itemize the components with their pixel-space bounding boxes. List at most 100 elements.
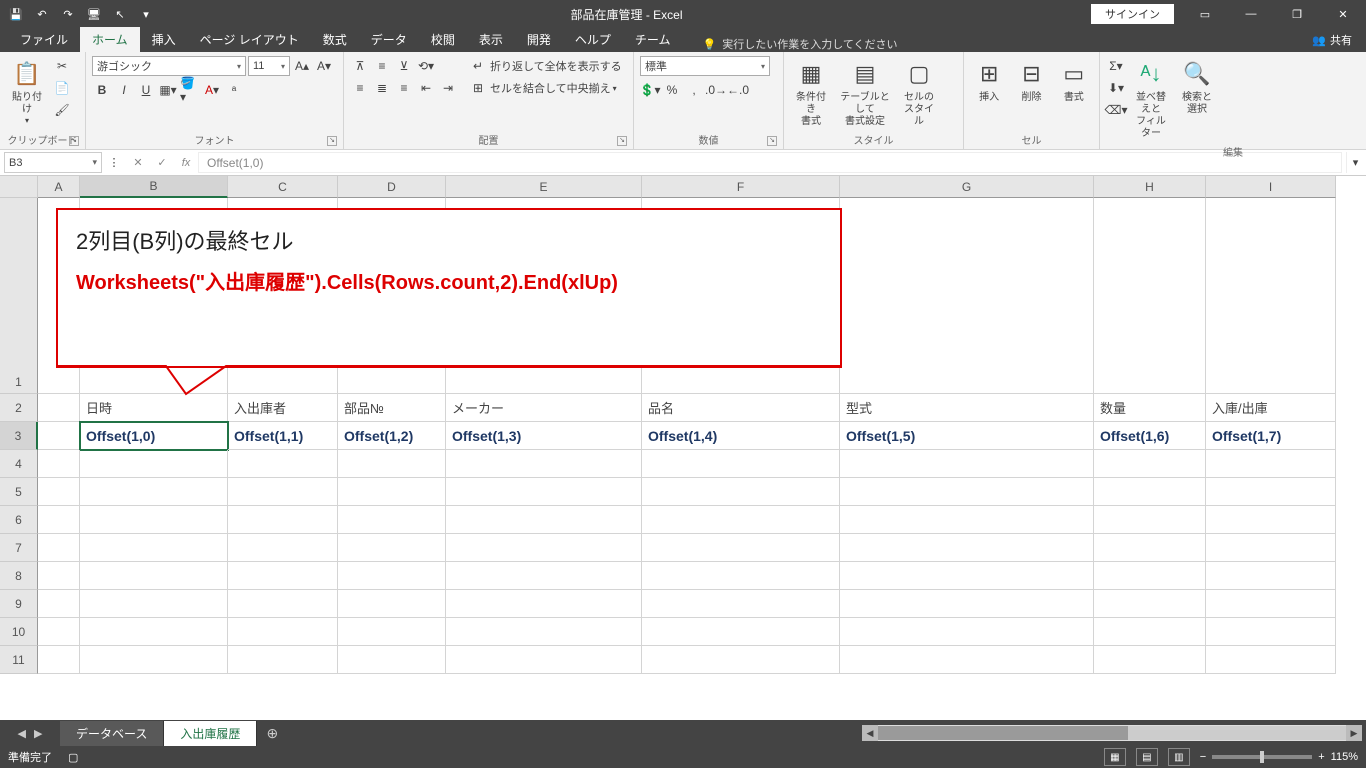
col-header-h[interactable]: H xyxy=(1094,176,1206,198)
cell[interactable] xyxy=(1094,450,1206,478)
cell[interactable] xyxy=(840,198,1094,394)
cell[interactable]: Offset(1,3) xyxy=(446,422,642,450)
cell[interactable] xyxy=(642,478,840,506)
new-sheet-button[interactable]: ⊕ xyxy=(257,725,287,742)
cell[interactable]: Offset(1,1) xyxy=(228,422,338,450)
cell[interactable] xyxy=(1094,534,1206,562)
cell[interactable] xyxy=(1094,478,1206,506)
cell[interactable] xyxy=(38,562,80,590)
cell[interactable] xyxy=(228,506,338,534)
qat-redo[interactable]: ↷ xyxy=(56,2,80,26)
cell[interactable]: Offset(1,5) xyxy=(840,422,1094,450)
close-icon[interactable]: ✕ xyxy=(1320,0,1366,28)
bold-button[interactable]: B xyxy=(92,80,112,100)
zoom-out-button[interactable]: − xyxy=(1200,751,1206,763)
increase-decimal-button[interactable]: .0→ xyxy=(706,80,726,100)
cell[interactable] xyxy=(338,562,446,590)
cell[interactable] xyxy=(642,590,840,618)
cell[interactable] xyxy=(840,506,1094,534)
col-header-g[interactable]: G xyxy=(840,176,1094,198)
share-button[interactable]: 👥共有 xyxy=(1298,28,1366,52)
align-left-button[interactable]: ≡ xyxy=(350,78,370,98)
copy-button[interactable]: 📄 xyxy=(52,78,72,98)
cell-b3-active[interactable]: Offset(1,0) xyxy=(80,422,228,450)
minimize-icon[interactable]: — xyxy=(1228,0,1274,28)
cell[interactable] xyxy=(338,590,446,618)
cell-styles-button[interactable]: ▢セルの スタイル xyxy=(898,56,940,130)
row-header-4[interactable]: 4 xyxy=(0,450,38,478)
autosum-button[interactable]: Σ▾ xyxy=(1106,56,1126,76)
cell[interactable]: 数量 xyxy=(1094,394,1206,422)
cell[interactable] xyxy=(642,562,840,590)
wrap-text-button[interactable]: ↵折り返して全体を表示する xyxy=(468,56,622,76)
select-all-button[interactable] xyxy=(0,176,38,198)
tell-me-search[interactable]: 💡 実行したい作業を入力してください xyxy=(703,36,898,52)
cell[interactable] xyxy=(1206,534,1336,562)
cell[interactable] xyxy=(338,450,446,478)
view-page-break-button[interactable]: ▥ xyxy=(1168,748,1190,766)
conditional-format-button[interactable]: ▦条件付き 書式 xyxy=(790,56,832,130)
cell[interactable] xyxy=(1206,590,1336,618)
scroll-thumb[interactable] xyxy=(878,726,1128,740)
cell[interactable] xyxy=(80,506,228,534)
row-header-3[interactable]: 3 xyxy=(0,422,38,450)
cell[interactable] xyxy=(840,534,1094,562)
tab-team[interactable]: チーム xyxy=(623,27,683,52)
cell[interactable] xyxy=(38,478,80,506)
cell[interactable] xyxy=(38,422,80,450)
decrease-font-button[interactable]: A▾ xyxy=(314,56,334,76)
cell[interactable] xyxy=(1206,618,1336,646)
percent-button[interactable]: % xyxy=(662,80,682,100)
clear-button[interactable]: ⌫▾ xyxy=(1106,100,1126,120)
col-header-c[interactable]: C xyxy=(228,176,338,198)
row-header-5[interactable]: 5 xyxy=(0,478,38,506)
tab-developer[interactable]: 開発 xyxy=(515,27,563,52)
col-header-e[interactable]: E xyxy=(446,176,642,198)
find-select-button[interactable]: 🔍検索と 選択 xyxy=(1176,56,1218,118)
cell[interactable] xyxy=(1206,450,1336,478)
cell[interactable]: 品名 xyxy=(642,394,840,422)
cell[interactable] xyxy=(1206,478,1336,506)
cell[interactable] xyxy=(840,450,1094,478)
row-header-9[interactable]: 9 xyxy=(0,590,38,618)
increase-font-button[interactable]: A▴ xyxy=(292,56,312,76)
row-header-8[interactable]: 8 xyxy=(0,562,38,590)
format-as-table-button[interactable]: ▤テーブルとして 書式設定 xyxy=(836,56,894,130)
font-color-button[interactable]: A▾ xyxy=(202,80,222,100)
cell[interactable] xyxy=(840,618,1094,646)
cell[interactable]: Offset(1,4) xyxy=(642,422,840,450)
cell[interactable] xyxy=(446,618,642,646)
cell[interactable] xyxy=(228,478,338,506)
align-bottom-button[interactable]: ⊻ xyxy=(394,56,414,76)
col-header-b[interactable]: B xyxy=(80,176,228,198)
cell[interactable] xyxy=(80,450,228,478)
cell[interactable]: 型式 xyxy=(840,394,1094,422)
cell[interactable] xyxy=(840,646,1094,674)
cell[interactable] xyxy=(446,478,642,506)
cell[interactable] xyxy=(80,646,228,674)
cell[interactable] xyxy=(228,534,338,562)
scroll-left-icon[interactable]: ◀ xyxy=(862,725,878,741)
signin-button[interactable]: サインイン xyxy=(1091,4,1174,24)
tab-view[interactable]: 表示 xyxy=(467,27,515,52)
cell[interactable] xyxy=(1206,198,1336,394)
col-header-f[interactable]: F xyxy=(642,176,840,198)
cell[interactable] xyxy=(642,618,840,646)
cell[interactable] xyxy=(228,618,338,646)
cell[interactable] xyxy=(1094,198,1206,394)
cell[interactable] xyxy=(642,646,840,674)
tab-formulas[interactable]: 数式 xyxy=(311,27,359,52)
clipboard-dialog-launcher[interactable]: ↘ xyxy=(69,136,79,146)
number-format-combo[interactable]: 標準▾ xyxy=(640,56,770,76)
name-box[interactable]: B3▾ xyxy=(4,152,102,173)
cell[interactable] xyxy=(338,534,446,562)
cell[interactable] xyxy=(38,534,80,562)
italic-button[interactable]: I xyxy=(114,80,134,100)
cell[interactable] xyxy=(446,590,642,618)
border-button[interactable]: ▦▾ xyxy=(158,80,178,100)
worksheet-grid[interactable]: A B C D E F G H I 1 2 日時 入出庫者 部品№ メーカー xyxy=(0,176,1366,720)
comma-button[interactable]: , xyxy=(684,80,704,100)
cell[interactable] xyxy=(38,590,80,618)
decrease-indent-button[interactable]: ⇤ xyxy=(416,78,436,98)
enter-formula-button[interactable]: ✓ xyxy=(150,150,174,175)
